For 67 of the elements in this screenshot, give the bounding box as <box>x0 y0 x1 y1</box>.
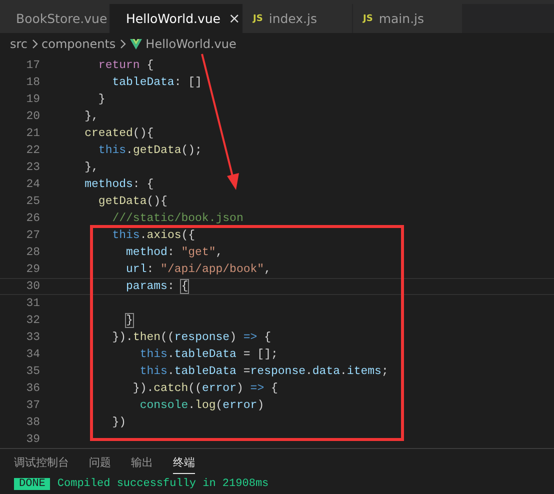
code-line: } <box>97 93 106 106</box>
line-number: 32 <box>25 314 40 327</box>
line-number: 27 <box>25 229 40 242</box>
line-number: 20 <box>25 110 40 123</box>
js-icon: JS <box>253 14 263 24</box>
code-line: url: "/api/app/book", <box>125 263 271 276</box>
code-line: params: { <box>125 280 188 293</box>
code-line: methods: { <box>84 178 154 191</box>
code-line: tableData: [] <box>111 76 202 89</box>
code-line: } <box>125 314 133 327</box>
panel-tab[interactable]: 终端 <box>173 455 195 474</box>
tab-label: BookStore.vue <box>16 11 108 26</box>
breadcrumb[interactable]: src <box>10 37 28 51</box>
chevron-icon <box>32 39 38 49</box>
code-line: }).catch((error) => { <box>132 382 278 395</box>
line-number: 29 <box>25 263 40 276</box>
line-number: 23 <box>25 161 40 174</box>
chevron-icon <box>120 39 126 49</box>
line-number: 35 <box>25 365 40 378</box>
breadcrumb[interactable]: HelloWorld.vue <box>146 37 236 51</box>
code-line: }).then((response) => { <box>111 331 272 344</box>
line-number: 21 <box>25 127 40 140</box>
code-line: console.log(error) <box>138 399 264 412</box>
tab-label: index.js <box>268 11 318 26</box>
code-line: }, <box>84 161 98 174</box>
code-line: }, <box>84 110 98 123</box>
editor-tab[interactable]: BookStore.vue <box>0 4 110 33</box>
line-number: 17 <box>25 59 40 72</box>
tab-label: main.js <box>378 11 424 26</box>
line-number: 24 <box>25 178 40 191</box>
breadcrumb[interactable]: components <box>42 37 116 51</box>
editor-tab[interactable]: HelloWorld.vue × <box>110 4 243 33</box>
panel-tab[interactable]: 调试控制台 <box>14 455 69 474</box>
line-number: 31 <box>25 297 40 310</box>
line-number: 34 <box>25 348 40 361</box>
code-line: getData(){ <box>97 195 168 208</box>
code-line: ///static/book.json <box>111 212 244 225</box>
code-line: created(){ <box>84 127 154 140</box>
panel-tab[interactable]: 输出 <box>131 455 153 474</box>
status-label: DONE <box>14 478 50 490</box>
code-line: this.axios({ <box>111 229 196 242</box>
code-line: method: "get", <box>125 246 223 259</box>
line-number: 19 <box>25 93 40 106</box>
line-number: 25 <box>25 195 40 208</box>
line-number: 36 <box>25 382 40 395</box>
line-number: 38 <box>25 416 40 429</box>
editor-tab[interactable]: JS main.js <box>353 4 463 33</box>
code-line: return { <box>97 59 154 72</box>
line-number: 30 <box>25 280 40 293</box>
line-number: 22 <box>25 144 40 157</box>
code-line: this.getData(); <box>97 144 202 157</box>
line-number: 33 <box>25 331 40 344</box>
vue-icon <box>130 38 142 50</box>
tab-label: HelloWorld.vue <box>126 11 220 26</box>
code-line: this.tableData = []; <box>138 348 278 361</box>
panel-tab[interactable]: 问题 <box>89 455 111 474</box>
line-number: 26 <box>25 212 40 225</box>
close-icon[interactable]: × <box>228 10 240 26</box>
terminal-output: Compiled successfully in 21908ms <box>57 478 269 490</box>
line-number: 28 <box>25 246 40 259</box>
editor-tab[interactable]: JS index.js <box>243 4 353 33</box>
js-icon: JS <box>363 14 373 24</box>
line-number: 18 <box>25 76 40 89</box>
line-number: 37 <box>25 399 40 412</box>
line-number: 39 <box>25 433 40 446</box>
code-line: }) <box>111 416 126 429</box>
code-line: this.tableData =response.data.items; <box>138 365 388 378</box>
